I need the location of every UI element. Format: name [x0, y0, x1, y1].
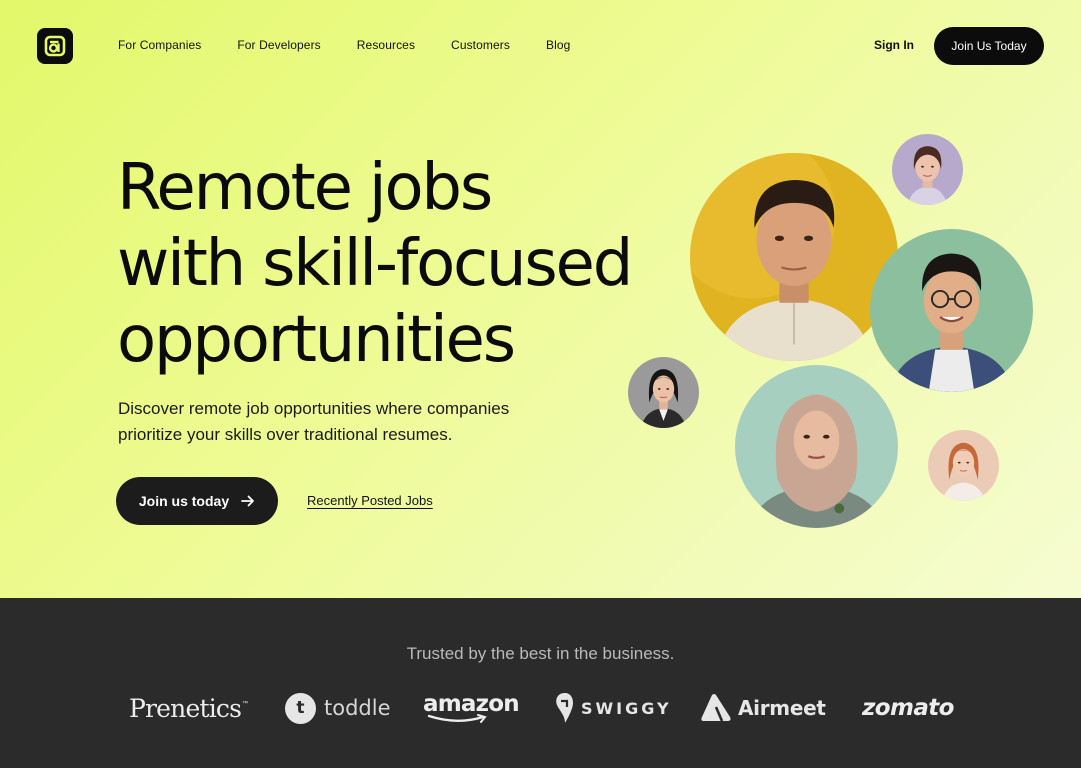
- brand-logo-airmeet: Airmeet: [700, 688, 826, 728]
- arrow-right-icon: [241, 495, 255, 507]
- swiggy-icon: [556, 693, 573, 723]
- avatar-portrait: [735, 365, 898, 528]
- brand-logo-prenetics: Prenetics ™: [129, 693, 249, 723]
- hero-subtitle: Discover remote job opportunities where …: [118, 399, 510, 444]
- logo-icon[interactable]: [37, 28, 73, 64]
- hero-section: For Companies For Developers Resources C…: [0, 0, 1081, 598]
- avatar-portrait: [628, 357, 699, 428]
- brand-logo-swiggy: SWIGGY: [555, 688, 672, 728]
- hero-headline: Remote jobs with skill-focused opportuni…: [117, 150, 697, 378]
- main-nav: For Companies For Developers Resources C…: [118, 38, 606, 52]
- avatar-portrait: [928, 430, 999, 501]
- join-us-today-button[interactable]: Join Us Today: [934, 27, 1044, 65]
- headline-line: with skill-focused: [117, 227, 633, 301]
- brand-logo-zomato: zomato: [862, 695, 954, 721]
- nav-link-resources[interactable]: Resources: [357, 38, 415, 52]
- avatar-portrait: [690, 153, 898, 361]
- avatar-portrait: [892, 134, 963, 205]
- brand-logos: Prenetics ™ t toddle amazon SWIGGY Airme…: [0, 688, 1081, 728]
- brand-logo-amazon: amazon: [423, 688, 520, 728]
- recently-posted-jobs-link[interactable]: Recently Posted Jobs: [307, 493, 433, 508]
- nav-link-for-companies[interactable]: For Companies: [118, 38, 201, 52]
- nav-link-for-developers[interactable]: For Developers: [237, 38, 320, 52]
- brand-logo-toddle: t toddle: [285, 688, 391, 728]
- nav-link-blog[interactable]: Blog: [546, 38, 570, 52]
- airmeet-icon: [701, 694, 731, 722]
- amazon-smile-icon: [427, 714, 487, 723]
- join-us-cta-button[interactable]: Join us today: [116, 477, 278, 525]
- toddle-icon: t: [285, 692, 316, 724]
- headline-line: Remote jobs: [117, 151, 493, 225]
- trusted-heading: Trusted by the best in the business.: [406, 644, 675, 663]
- headline-line: opportunities: [117, 303, 516, 377]
- nav-link-customers[interactable]: Customers: [451, 38, 510, 52]
- avatar-portrait: [870, 229, 1033, 392]
- sign-in-link[interactable]: Sign In: [874, 38, 914, 52]
- cta-label: Join us today: [138, 493, 230, 509]
